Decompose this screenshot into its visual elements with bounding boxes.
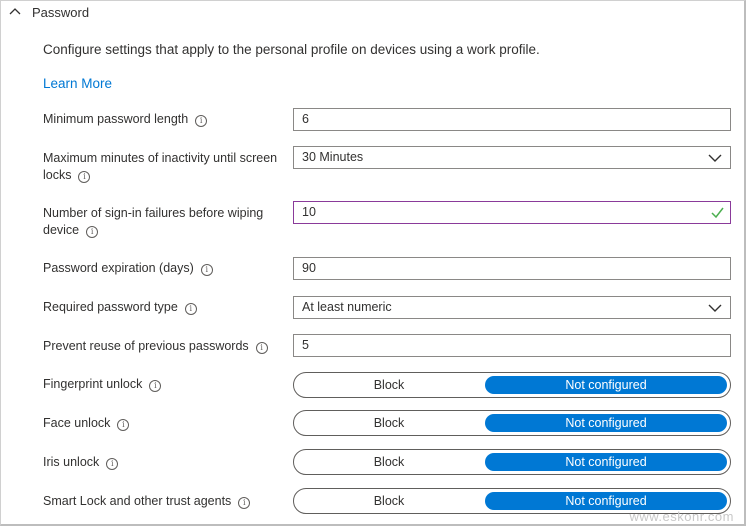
info-icon[interactable]: i xyxy=(195,115,208,127)
min-length-value: 6 xyxy=(302,112,309,126)
info-icon[interactable]: i xyxy=(184,303,197,315)
min-length-label-text: Minimum password length xyxy=(43,112,189,126)
face-toggle[interactable]: Block Not configured xyxy=(293,410,731,436)
watermark: www.eskonr.com xyxy=(629,509,734,524)
section-title: Password xyxy=(32,4,90,20)
smart-lock-label: Smart Lock and other trust agents i xyxy=(43,493,293,510)
chevron-down-icon xyxy=(708,154,722,162)
inactivity-label: Maximum minutes of inactivity until scre… xyxy=(43,150,293,184)
expiration-value: 90 xyxy=(302,261,316,275)
prevent-reuse-value: 5 xyxy=(302,338,309,352)
iris-block-option[interactable]: Block xyxy=(294,455,484,469)
learn-more-link[interactable]: Learn More xyxy=(43,76,112,91)
iris-toggle[interactable]: Block Not configured xyxy=(293,449,731,475)
inactivity-value: 30 Minutes xyxy=(302,150,364,164)
min-length-input[interactable]: 6 xyxy=(293,108,731,131)
password-type-value: At least numeric xyxy=(302,300,392,314)
info-icon[interactable]: i xyxy=(106,458,119,470)
signin-failures-value: 10 xyxy=(302,205,316,219)
signin-failures-label-line2: device xyxy=(43,223,80,237)
iris-label: Iris unlock i xyxy=(43,454,293,471)
checkmark-icon xyxy=(711,207,724,219)
face-label: Face unlock i xyxy=(43,415,293,432)
inactivity-label-line2: locks xyxy=(43,168,72,182)
fingerprint-toggle[interactable]: Block Not configured xyxy=(293,372,731,398)
fingerprint-not-configured-option[interactable]: Not configured xyxy=(485,376,727,394)
prevent-reuse-label-text: Prevent reuse of previous passwords xyxy=(43,339,249,353)
iris-not-configured-option[interactable]: Not configured xyxy=(485,453,727,471)
section-description: Configure settings that apply to the per… xyxy=(43,42,540,57)
info-icon[interactable]: i xyxy=(78,171,91,183)
inactivity-label-line1: Maximum minutes of inactivity until scre… xyxy=(43,151,278,165)
expiration-label-text: Password expiration (days) xyxy=(43,261,194,275)
signin-failures-input[interactable]: 10 xyxy=(293,201,731,224)
expiration-input[interactable]: 90 xyxy=(293,257,731,280)
face-block-option[interactable]: Block xyxy=(294,416,484,430)
info-icon[interactable]: i xyxy=(149,380,162,392)
inactivity-dropdown[interactable]: 30 Minutes xyxy=(293,146,731,169)
fingerprint-label: Fingerprint unlock i xyxy=(43,376,293,393)
fingerprint-label-text: Fingerprint unlock xyxy=(43,377,143,391)
prevent-reuse-label: Prevent reuse of previous passwords i xyxy=(43,338,293,355)
smart-lock-label-text: Smart Lock and other trust agents xyxy=(43,494,232,508)
signin-failures-label-line1: Number of sign-in failures before wiping xyxy=(43,206,264,220)
chevron-up-icon[interactable] xyxy=(8,5,22,19)
smart-lock-not-configured-option[interactable]: Not configured xyxy=(485,492,727,510)
prevent-reuse-input[interactable]: 5 xyxy=(293,334,731,357)
signin-failures-label: Number of sign-in failures before wiping… xyxy=(43,205,293,239)
fingerprint-block-option[interactable]: Block xyxy=(294,378,484,392)
info-icon[interactable]: i xyxy=(255,342,268,354)
password-type-label: Required password type i xyxy=(43,299,293,316)
info-icon[interactable]: i xyxy=(238,497,251,509)
info-icon[interactable]: i xyxy=(200,264,213,276)
smart-lock-block-option[interactable]: Block xyxy=(294,494,484,508)
face-label-text: Face unlock xyxy=(43,416,111,430)
password-type-dropdown[interactable]: At least numeric xyxy=(293,296,731,319)
info-icon[interactable]: i xyxy=(86,226,99,238)
face-not-configured-option[interactable]: Not configured xyxy=(485,414,727,432)
min-length-label: Minimum password length i xyxy=(43,111,293,128)
password-type-label-text: Required password type xyxy=(43,300,178,314)
iris-label-text: Iris unlock xyxy=(43,455,100,469)
expiration-label: Password expiration (days) i xyxy=(43,260,293,277)
password-section-header[interactable]: Password xyxy=(8,2,89,22)
chevron-down-icon xyxy=(708,304,722,312)
info-icon[interactable]: i xyxy=(117,419,130,431)
